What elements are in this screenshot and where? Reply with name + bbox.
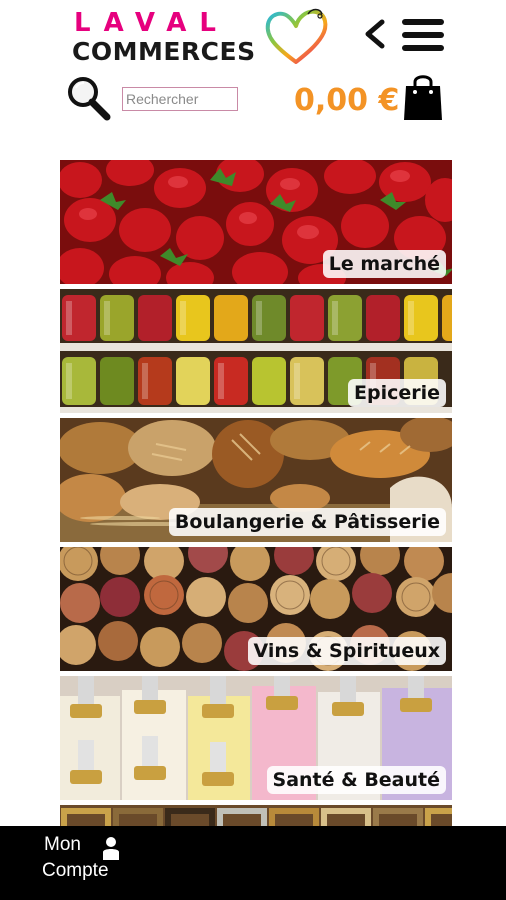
- heart-logo-icon: [265, 8, 328, 64]
- user-icon: [103, 837, 119, 860]
- account-label-line2: Compte: [42, 860, 109, 881]
- category-vins-spiritueux[interactable]: Vins & Spiritueux: [60, 547, 452, 671]
- magnifier-icon[interactable]: [64, 74, 112, 122]
- my-account-button[interactable]: Mon Compte: [42, 834, 132, 890]
- shopping-bag-icon[interactable]: [403, 70, 443, 122]
- logo-text-commerces: COMMERCES: [72, 37, 256, 66]
- category-label: Boulangerie & Pâtisserie: [168, 508, 446, 536]
- category-le-marche[interactable]: Le marché: [60, 160, 452, 284]
- logo-text-laval: LAVAL: [74, 8, 229, 38]
- search-input[interactable]: [122, 87, 238, 111]
- category-epicerie[interactable]: Epicerie: [60, 289, 452, 413]
- category-sante-beaute[interactable]: Santé & Beauté: [60, 676, 452, 800]
- category-boulangerie-patisserie[interactable]: Boulangerie & Pâtisserie: [60, 418, 452, 542]
- category-label: Epicerie: [347, 379, 446, 407]
- category-label: Le marché: [322, 250, 446, 278]
- chevron-left-icon[interactable]: [362, 18, 388, 50]
- hamburger-menu-icon[interactable]: [400, 16, 446, 54]
- category-label: Santé & Beauté: [266, 766, 446, 794]
- bottom-bar: Mon Compte: [0, 826, 506, 900]
- cart-total[interactable]: 0,00 €: [294, 80, 399, 122]
- brand-logo[interactable]: LAVAL COMMERCES: [72, 6, 332, 70]
- account-label-line1: Mon: [44, 834, 81, 855]
- category-label: Vins & Spiritueux: [247, 637, 446, 665]
